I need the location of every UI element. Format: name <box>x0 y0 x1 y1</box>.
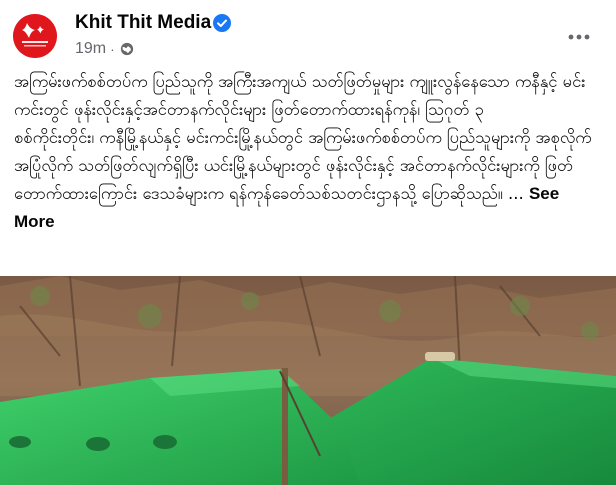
post-paragraph-headline: အကြမ်းဖက်စစ်တပ်က ပြည်သူကို အကြီးအကျယ် သတ… <box>14 72 586 119</box>
post-body-text: စစ်ကိုင်းတိုင်း၊ ကနီမြို့နယ်နှင့် မင်းကင… <box>14 128 592 203</box>
meta-separator: · <box>110 41 115 57</box>
post-timestamp-link[interactable]: 19m <box>75 40 106 58</box>
khit-thit-logo-icon <box>13 14 57 58</box>
post-text: အကြမ်းဖက်စစ်တပ်က ပြည်သူကို အကြီးအကျယ် သတ… <box>14 68 604 236</box>
post-meta: 19m · <box>75 40 134 58</box>
more-options-icon <box>568 34 590 40</box>
post-photo[interactable] <box>0 276 616 485</box>
page-avatar[interactable] <box>13 14 57 58</box>
more-options-button[interactable] <box>564 22 594 52</box>
globe-icon[interactable] <box>120 42 134 56</box>
post-paragraph-body: စစ်ကိုင်းတိုင်း၊ ကနီမြို့နယ်နှင့် မင်းကင… <box>14 124 604 236</box>
post-header: Khit Thit Media 19m · <box>0 0 616 68</box>
tents-in-forest-photo <box>0 276 616 485</box>
verified-badge-icon <box>213 14 231 32</box>
page-name-link[interactable]: Khit Thit Media <box>75 12 211 34</box>
